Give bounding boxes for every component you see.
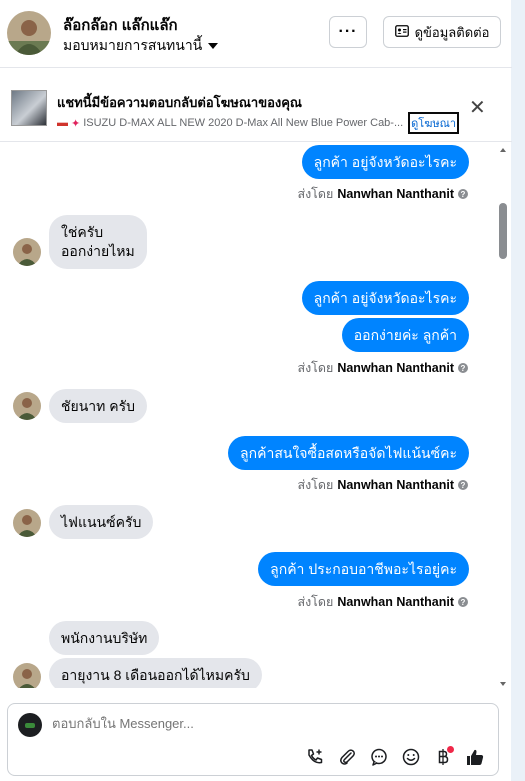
- outgoing-message: ลูกค้า อยู่จังหวัดอะไรคะ: [301, 145, 469, 179]
- info-icon[interactable]: ?: [458, 597, 468, 607]
- more-options-button[interactable]: ···: [329, 16, 367, 48]
- incoming-message: พนักงานบริษัท: [49, 621, 160, 655]
- contact-avatar-small: [13, 509, 41, 537]
- ad-reply-banner: แชทนี้มีข้อความตอบกลับต่อโฆษณาของคุณ ▬ ✦…: [0, 72, 512, 142]
- sent-by-label: ส่งโดย Nanwhan Nanthanit ?: [297, 592, 468, 612]
- close-icon[interactable]: ✕: [469, 98, 486, 118]
- ad-thumbnail: [11, 90, 47, 126]
- view-ad-link[interactable]: ดูโฆษณา: [408, 112, 459, 134]
- assign-label: มอบหมายการสนทนานี้: [63, 37, 203, 53]
- caret-down-icon: [208, 43, 219, 49]
- sparkle-emoji-icon: ✦: [71, 117, 81, 130]
- sent-by-label: ส่งโดย Nanwhan Nanthanit ?: [297, 184, 468, 204]
- incoming-message: ใช่ครับ ออกง่ายไหม: [49, 215, 147, 269]
- ad-description-text: ISUZU D-MAX ALL NEW 2020 D-Max All New B…: [83, 117, 404, 129]
- page-avatar: [18, 713, 42, 737]
- call-icon[interactable]: [304, 746, 326, 768]
- ad-banner-description: ▬ ✦ ISUZU D-MAX ALL NEW 2020 D-Max All N…: [57, 112, 459, 134]
- scroll-up-arrow-icon[interactable]: [500, 148, 506, 152]
- emoji-icon[interactable]: [400, 746, 422, 768]
- info-icon[interactable]: ?: [458, 480, 468, 490]
- composer-toolbar: [304, 746, 486, 768]
- message-list: ลูกค้า อยู่จังหวัดอะไรคะ ส่งโดย Nanwhan …: [0, 143, 497, 688]
- outgoing-message: ลูกค้าสนใจซื้อสดหรือจัดไฟแน้นซ์คะ: [228, 436, 469, 470]
- saved-reply-icon[interactable]: [368, 746, 390, 768]
- scroll-down-arrow-icon[interactable]: [500, 682, 506, 686]
- sent-by-label: ส่งโดย Nanwhan Nanthanit ?: [297, 475, 468, 495]
- contact-avatar-small: [13, 238, 41, 266]
- ad-banner-title: แชทนี้มีข้อความตอบกลับต่อโฆษณาของคุณ: [57, 95, 302, 110]
- sent-by-label: ส่งโดย Nanwhan Nanthanit ?: [297, 358, 468, 378]
- outgoing-message: ออกง่ายค่ะ ลูกค้า: [341, 318, 469, 352]
- outgoing-message: ลูกค้า ประกอบอาชีพอะไรอยู่คะ: [258, 552, 469, 586]
- contact-avatar-small: [13, 392, 41, 420]
- contact-avatar[interactable]: [7, 11, 51, 55]
- contact-card-icon: [394, 24, 409, 40]
- reply-input[interactable]: [52, 716, 472, 731]
- thumbs-up-icon[interactable]: [464, 746, 486, 768]
- side-strip: [511, 0, 525, 781]
- scrollbar-thumb[interactable]: [499, 203, 507, 259]
- attachment-icon[interactable]: [336, 746, 358, 768]
- view-contact-label: ดูข้อมูลติดต่อ: [414, 24, 490, 40]
- outgoing-message: ลูกค้า อยู่จังหวัดอะไรคะ: [301, 281, 469, 315]
- car-emoji-icon: ▬: [57, 117, 68, 129]
- conversation-header: ล๊อกล๊อก แล๊กแล๊ก มอบหมายการสนทนานี้ ···…: [0, 0, 512, 68]
- reply-composer: [7, 703, 499, 776]
- baht-payment-icon[interactable]: [432, 746, 454, 768]
- contact-name: ล๊อกล๊อก แล๊กแล๊ก: [63, 17, 178, 34]
- info-icon[interactable]: ?: [458, 363, 468, 373]
- info-icon[interactable]: ?: [458, 189, 468, 199]
- incoming-message: ไฟแนนซ์ครับ: [49, 505, 154, 539]
- notification-dot: [447, 746, 454, 753]
- incoming-message: ชัยนาท ครับ: [49, 389, 148, 423]
- assign-conversation-dropdown[interactable]: มอบหมายการสนทนานี้: [63, 35, 219, 57]
- view-contact-button[interactable]: ดูข้อมูลติดต่อ: [383, 16, 501, 48]
- contact-avatar-small: [13, 663, 41, 688]
- incoming-message: อายุงาน 8 เดือนออกได้ไหมครับ: [49, 658, 262, 688]
